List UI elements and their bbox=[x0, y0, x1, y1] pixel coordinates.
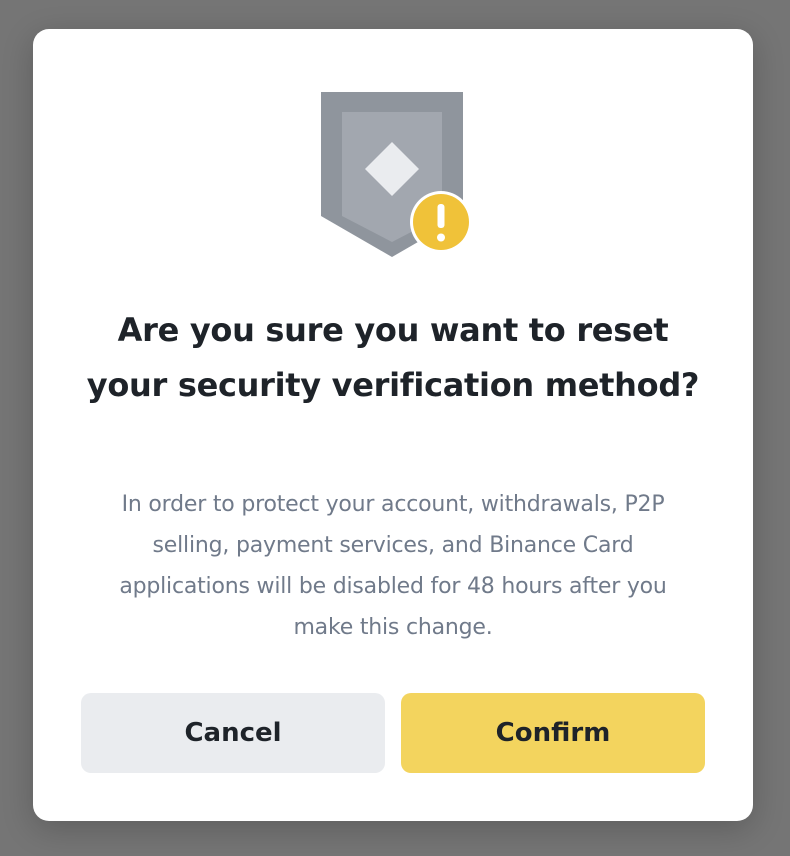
reset-security-dialog: Are you sure you want to reset your secu… bbox=[33, 29, 753, 821]
warning-icon bbox=[410, 191, 472, 253]
dialog-message: In order to protect your account, withdr… bbox=[119, 492, 667, 640]
shield-warning-illustration bbox=[321, 92, 472, 257]
dialog-title: Are you sure you want to reset your secu… bbox=[86, 311, 700, 404]
cancel-button[interactable]: Cancel bbox=[81, 693, 385, 773]
confirm-button[interactable]: Confirm bbox=[401, 693, 705, 773]
